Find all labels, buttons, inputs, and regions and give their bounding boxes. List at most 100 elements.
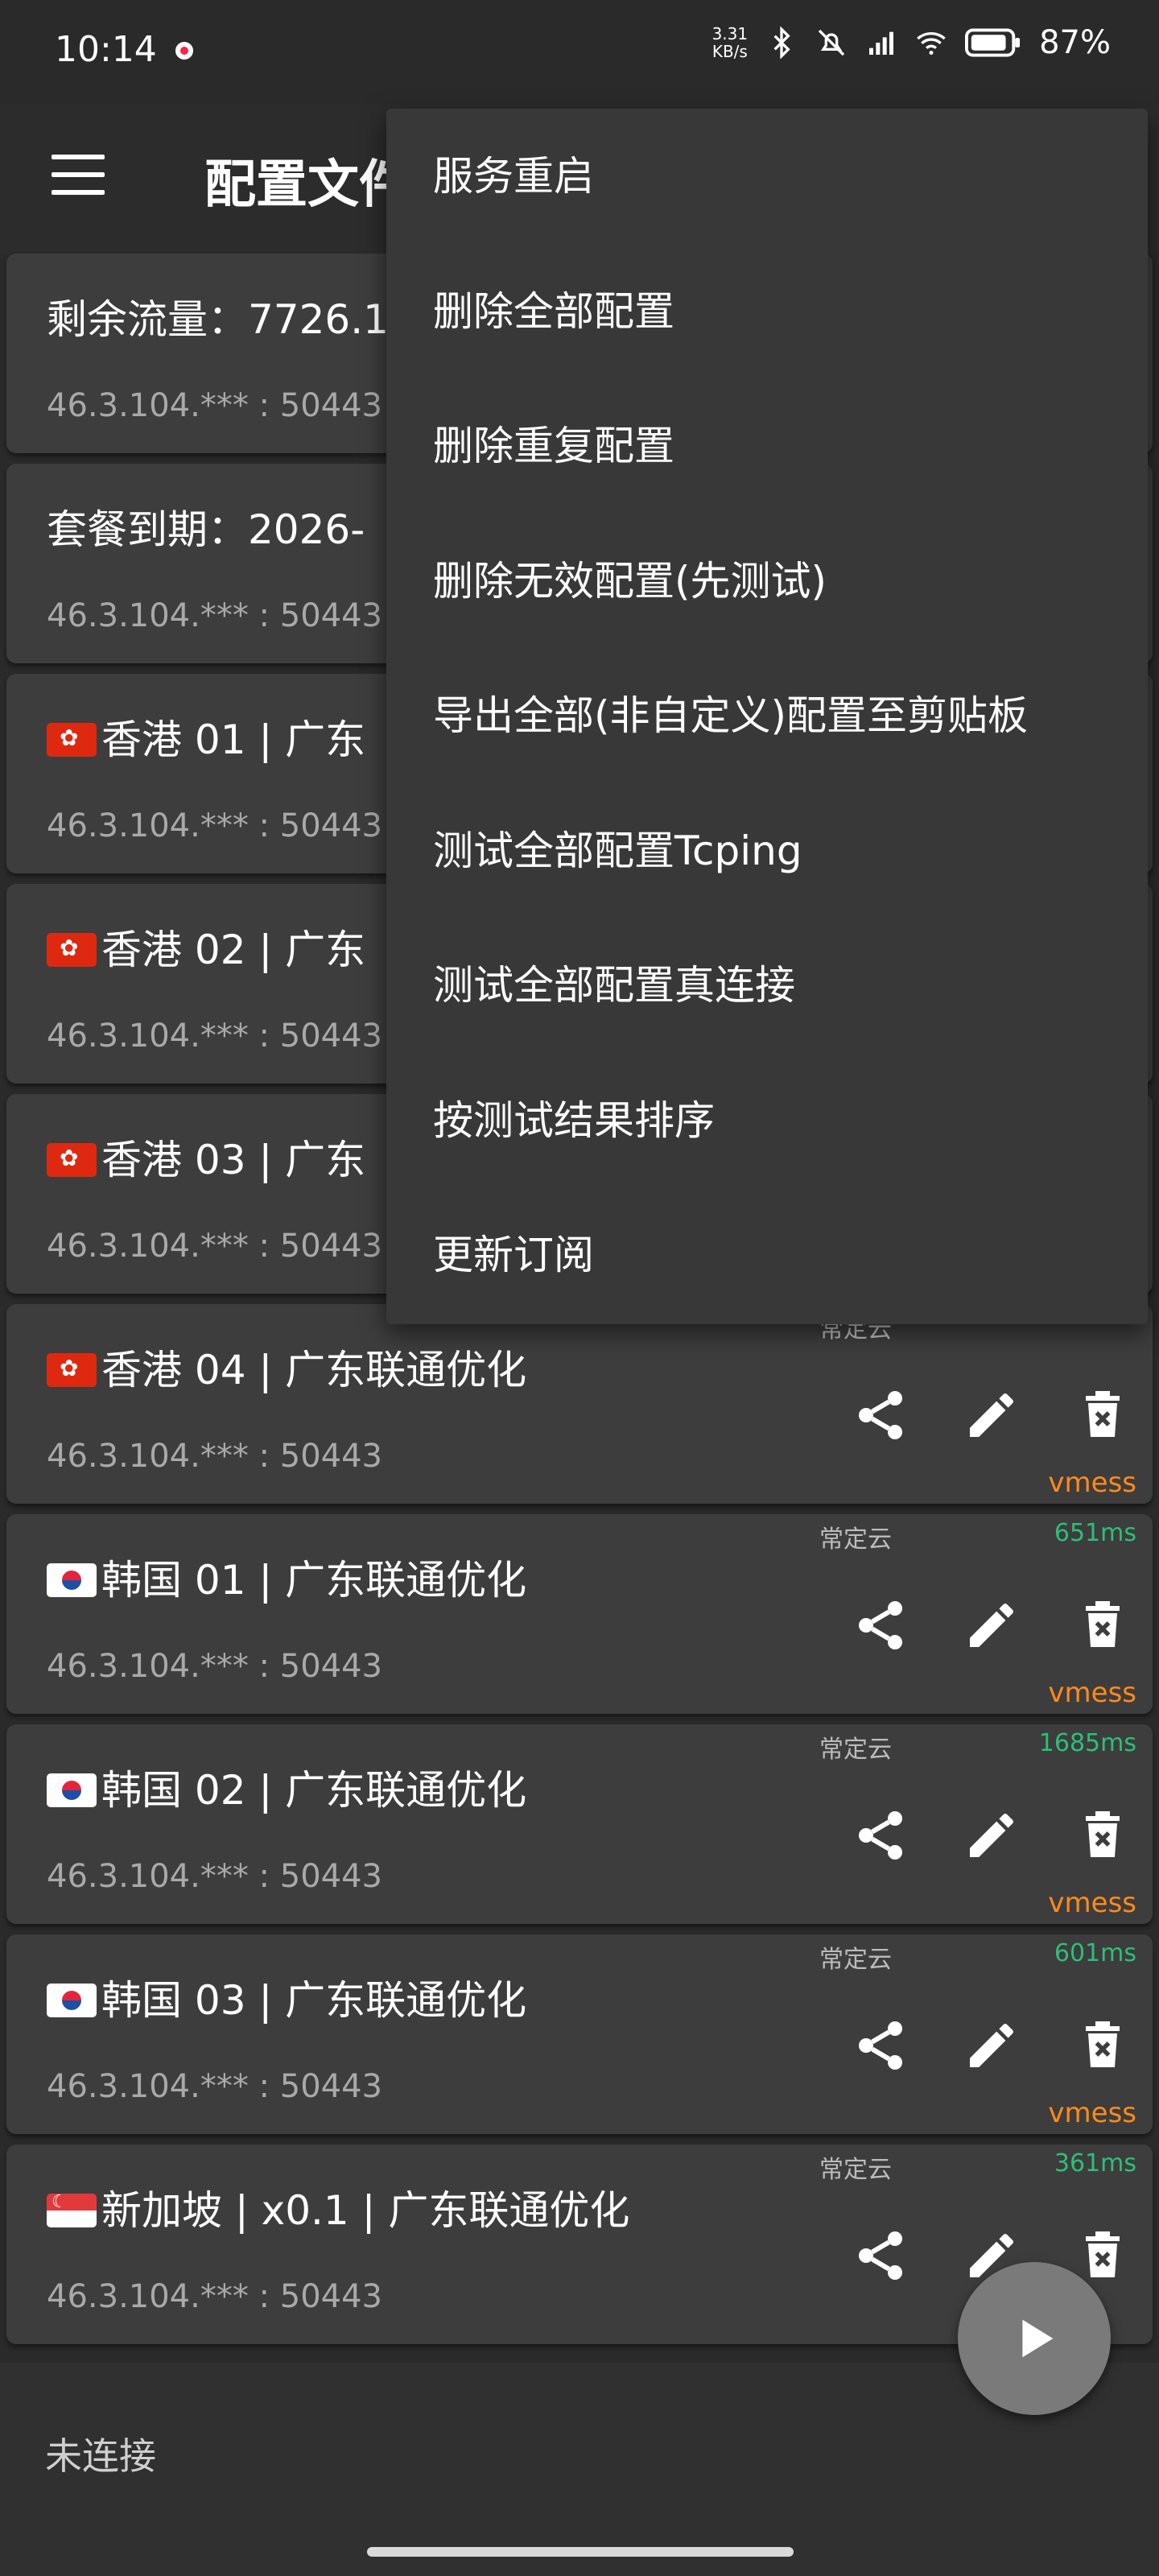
profile-name: 剩余流量：7726.1	[47, 287, 389, 345]
delete-icon	[1086, 2021, 1120, 2067]
share-button[interactable]	[848, 1803, 913, 1868]
profile-group: 常定云	[819, 1525, 892, 1554]
menu-item[interactable]: 按测试结果排序	[433, 1088, 715, 1153]
profile-name-text: 套餐到期：2026-	[47, 506, 365, 553]
profile-protocol: vmess	[1048, 2097, 1136, 2129]
status-time: 10:14	[55, 29, 157, 70]
profile-address: 46.3.104.*** : 50443	[47, 387, 382, 424]
edit-icon	[970, 2023, 1013, 2067]
share-icon	[859, 1811, 902, 1860]
profile-card[interactable]: 韩国 03 | 广东联通优化 46.3.104.*** : 50443 常定云 601…	[6, 1934, 1153, 2134]
share-icon	[859, 2021, 902, 2070]
profile-address: 46.3.104.*** : 50443	[47, 1018, 382, 1055]
profile-latency: 361ms	[1054, 2149, 1136, 2178]
signal-icon	[869, 31, 894, 55]
profile-card[interactable]: 香港 04 | 广东联通优化46.3.104.*** : 50443常定云vme…	[6, 1304, 1153, 1504]
profile-name-text: 韩国 02 | 广东联通优化	[101, 1767, 527, 1814]
profile-name: 韩国 03 | 广东联通优化	[47, 1968, 526, 2026]
profile-name-text: 新加坡 | x0.1 | 广东联通优化	[101, 2187, 630, 2234]
profile-group: 常定云	[819, 1736, 892, 1764]
battery-percent: 87%	[1039, 24, 1111, 61]
home-indicator[interactable]	[367, 2547, 794, 2557]
delete-icon	[1086, 1601, 1120, 1647]
delete-icon	[1086, 2231, 1120, 2277]
edit-icon	[970, 1393, 1013, 1437]
play-icon	[1022, 2319, 1054, 2358]
profile-actions	[848, 1383, 1135, 1447]
profile-name: 韩国 01 | 广东联通优化	[47, 1548, 526, 1606]
flag-hk-icon	[47, 1353, 97, 1387]
profile-name: 香港 02 | 广东	[47, 918, 365, 976]
edit-button[interactable]	[959, 1593, 1024, 1657]
profile-latency: 1685ms	[1038, 1729, 1136, 1757]
menu-item[interactable]: 导出全部(非自定义)配置至剪贴板	[433, 683, 1028, 748]
profile-group: 常定云	[819, 1946, 892, 1974]
hamburger-icon[interactable]	[52, 155, 105, 195]
edit-icon	[970, 1603, 1013, 1647]
profile-address: 46.3.104.*** : 50443	[47, 1858, 382, 1895]
profile-group: 常定云	[819, 2156, 892, 2184]
profile-address: 46.3.104.*** : 50443	[47, 2278, 382, 2315]
share-icon	[859, 1391, 902, 1439]
profile-name: 香港 03 | 广东	[47, 1128, 365, 1186]
menu-item[interactable]: 服务重启	[433, 144, 594, 208]
flag-hk-icon	[47, 1143, 97, 1177]
recording-indicator-icon	[175, 42, 193, 60]
edit-button[interactable]	[959, 1803, 1024, 1868]
profile-name-text: 韩国 01 | 广东联通优化	[101, 1557, 527, 1604]
profile-address: 46.3.104.*** : 50443	[47, 807, 382, 844]
profile-actions	[848, 1593, 1135, 1657]
menu-item[interactable]: 删除全部配置	[433, 279, 674, 344]
network-speed-unit: KB/s	[711, 42, 748, 61]
profile-protocol: vmess	[1048, 1677, 1136, 1709]
profile-latency: 651ms	[1054, 1519, 1136, 1547]
share-icon	[859, 1601, 902, 1649]
connection-status: 未连接	[45, 2434, 156, 2478]
flag-sg-icon	[47, 2192, 97, 2227]
share-button[interactable]	[848, 2223, 913, 2288]
menu-item[interactable]: 更新订阅	[433, 1223, 594, 1287]
status-icons: 3.31 KB/s 87%	[712, 24, 1111, 61]
delete-button[interactable]	[1070, 2013, 1135, 2078]
flag-kr-icon	[47, 1563, 97, 1597]
overflow-menu: 服务重启删除全部配置 删除重复配置删除无效配置(先测试) 导出全部(非自定义)配置至…	[386, 109, 1148, 1324]
menu-item[interactable]: 删除无效配置(先测试)	[433, 549, 827, 613]
profile-name-text: 香港 01 | 广东	[101, 716, 366, 763]
mute-icon	[818, 29, 845, 56]
wifi-icon	[917, 32, 946, 55]
delete-button[interactable]	[1070, 1593, 1135, 1657]
profile-protocol: vmess	[1048, 1887, 1136, 1919]
menu-item[interactable]: 测试全部配置Tcping	[433, 819, 802, 883]
menu-item[interactable]: 删除重复配置	[433, 414, 674, 478]
profile-name-text: 香港 02 | 广东	[101, 927, 366, 973]
profile-name-text: 剩余流量：7726.1	[47, 296, 389, 343]
profile-actions	[848, 1803, 1135, 1868]
profile-address: 46.3.104.*** : 50443	[47, 1648, 382, 1685]
profile-card[interactable]: 韩国 02 | 广东联通优化 46.3.104.*** : 50443 常定云 168…	[6, 1724, 1153, 1924]
profile-card[interactable]: 韩国 01 | 广东联通优化 46.3.104.*** : 50443 常定云 651…	[6, 1514, 1153, 1714]
menu-item[interactable]: 测试全部配置真连接	[433, 953, 795, 1018]
delete-icon	[1086, 1811, 1120, 1857]
share-button[interactable]	[848, 1593, 913, 1657]
bluetooth-icon	[773, 27, 790, 59]
profile-name: 香港 04 | 广东联通优化	[47, 1338, 526, 1396]
delete-button[interactable]	[1070, 1803, 1135, 1868]
flag-kr-icon	[47, 1984, 97, 2017]
status-bar: 10:14 3.31 KB/s 87%	[0, 0, 1159, 105]
profile-address: 46.3.104.*** : 50443	[47, 1228, 382, 1265]
share-button[interactable]	[848, 1383, 913, 1447]
profile-actions	[848, 2013, 1135, 2078]
profile-protocol: vmess	[1048, 1467, 1136, 1499]
delete-icon	[1086, 1391, 1120, 1437]
edit-button[interactable]	[959, 1383, 1024, 1447]
start-vpn-button[interactable]	[958, 2262, 1111, 2415]
page-title: 配置文件	[204, 155, 410, 215]
profile-name: 香港 01 | 广东	[47, 708, 365, 766]
edit-button[interactable]	[959, 2013, 1024, 2078]
flag-hk-icon	[47, 723, 97, 757]
profile-name: 套餐到期：2026-	[47, 497, 365, 555]
delete-button[interactable]	[1070, 1383, 1135, 1447]
share-button[interactable]	[848, 2013, 913, 2078]
share-icon	[859, 2231, 902, 2280]
network-speed: 3.31 KB/s	[712, 25, 749, 60]
